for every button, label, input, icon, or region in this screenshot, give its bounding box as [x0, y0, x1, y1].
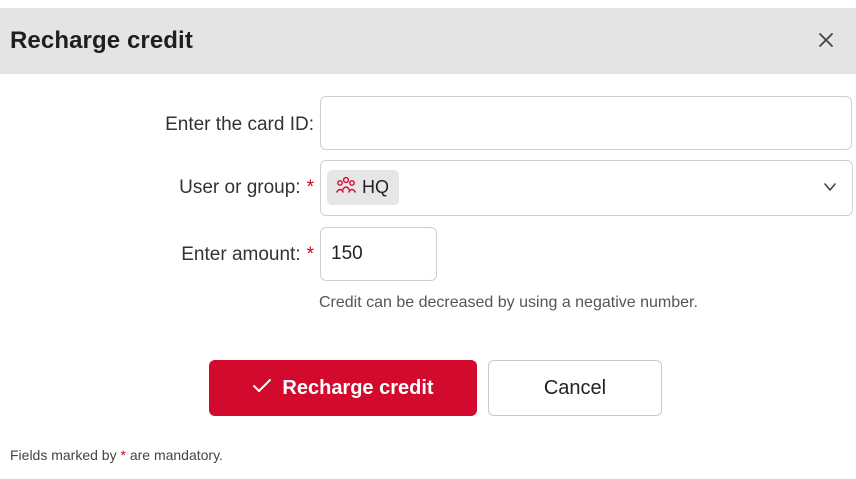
- mandatory-fields-note: Fields marked by * are mandatory.: [10, 447, 223, 463]
- required-asterisk: *: [120, 447, 126, 463]
- footnote-prefix: Fields marked by: [10, 447, 117, 463]
- recharge-credit-button[interactable]: Recharge credit: [209, 360, 477, 416]
- selected-group-label: HQ: [362, 177, 389, 197]
- required-asterisk: *: [306, 177, 314, 198]
- footnote-suffix: are mandatory.: [129, 447, 223, 463]
- cancel-button[interactable]: Cancel: [488, 360, 662, 416]
- chevron-down-icon[interactable]: [822, 180, 838, 194]
- recharge-credit-dialog: Recharge credit Enter the card ID: User …: [0, 0, 856, 479]
- card-id-label: Enter the card ID:: [165, 114, 314, 136]
- required-asterisk: *: [306, 244, 314, 265]
- amount-field[interactable]: [320, 227, 437, 281]
- dialog-title: Recharge credit: [10, 27, 193, 54]
- amount-label: Enter amount: *: [181, 244, 314, 266]
- close-icon[interactable]: [814, 28, 838, 52]
- card-id-label-text: Enter the card ID:: [165, 114, 314, 135]
- cancel-button-label: Cancel: [543, 376, 607, 399]
- selected-group-chip[interactable]: HQ: [327, 170, 399, 205]
- user-group-select[interactable]: HQ: [320, 160, 853, 216]
- dialog-header: Recharge credit: [0, 8, 856, 74]
- user-group-label-text: User or group:: [179, 177, 301, 198]
- checkmark-icon: [252, 377, 272, 400]
- card-id-input[interactable]: [321, 97, 851, 149]
- card-id-field[interactable]: [320, 96, 852, 150]
- group-icon: [335, 176, 357, 199]
- amount-hint: Credit can be decreased by using a negat…: [319, 294, 698, 311]
- amount-input[interactable]: [321, 228, 436, 280]
- amount-label-text: Enter amount:: [181, 244, 301, 265]
- recharge-credit-button-label: Recharge credit: [282, 376, 434, 399]
- user-group-label: User or group: *: [179, 177, 314, 199]
